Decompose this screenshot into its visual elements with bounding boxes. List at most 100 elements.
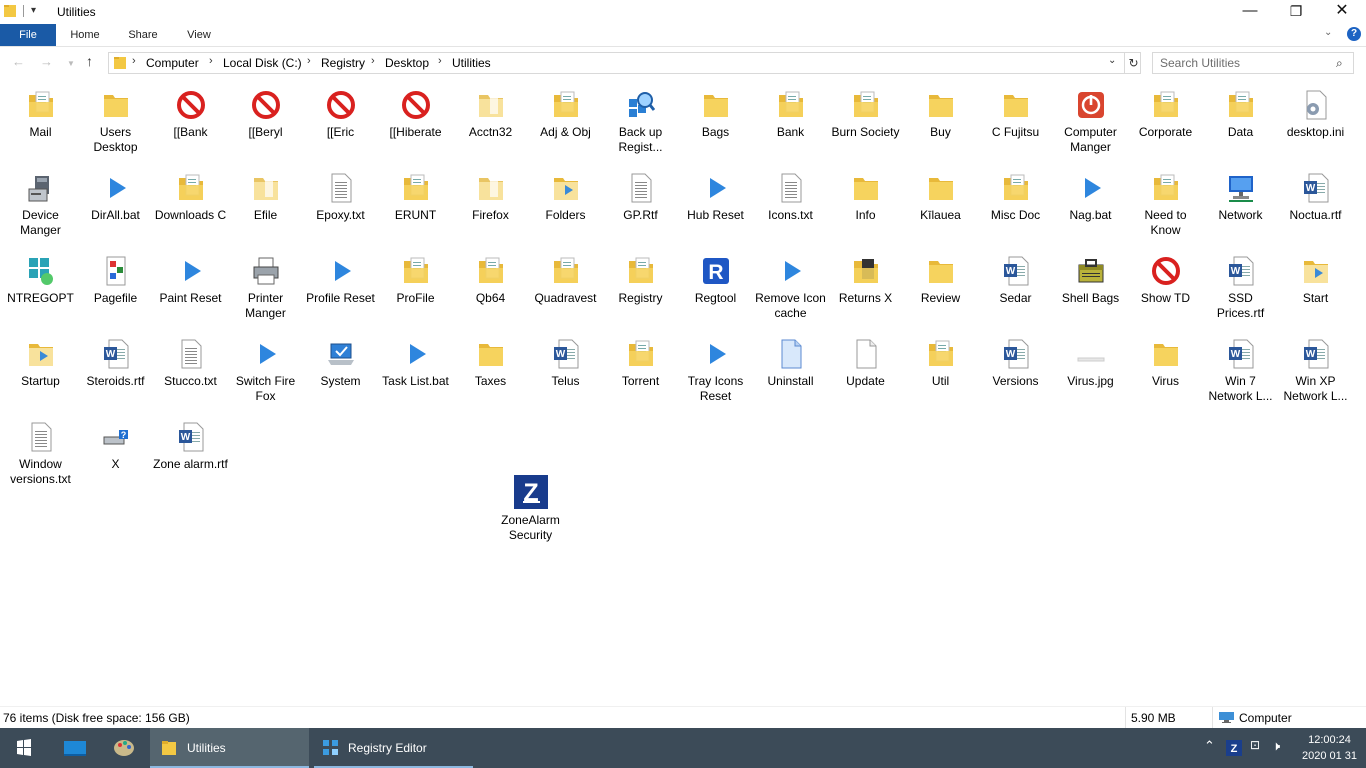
file-item-device-manger[interactable]: Device Manger: [3, 167, 78, 247]
file-item-bags[interactable]: Bags: [678, 84, 753, 164]
file-item-hiberate[interactable]: [[Hiberate: [378, 84, 453, 164]
file-item-c-fujitsu[interactable]: C Fujitsu: [978, 84, 1053, 164]
file-item-noctua-rtf[interactable]: W Noctua.rtf: [1278, 167, 1353, 247]
file-item-eric[interactable]: [[Eric: [303, 84, 378, 164]
file-item-qb64[interactable]: Qb64: [453, 250, 528, 330]
file-item-desktop-ini[interactable]: desktop.ini: [1278, 84, 1353, 164]
help-icon[interactable]: ?: [1347, 27, 1361, 41]
file-item-profile-reset[interactable]: Profile Reset: [303, 250, 378, 330]
file-item-virus[interactable]: Virus: [1128, 333, 1203, 413]
file-item-uninstall[interactable]: Uninstall: [753, 333, 828, 413]
search-box[interactable]: ⌕: [1152, 52, 1354, 74]
file-item-gp-rtf[interactable]: GP.Rtf: [603, 167, 678, 247]
show-hidden-icons-icon[interactable]: ⌃: [1204, 738, 1215, 754]
network-icon[interactable]: ⊡: [1250, 738, 1260, 752]
breadcrumb-computer[interactable]: Computer: [146, 56, 199, 70]
file-item-firefox[interactable]: Firefox: [453, 167, 528, 247]
file-item-buy[interactable]: Buy: [903, 84, 978, 164]
close-button[interactable]: ✕: [1319, 0, 1365, 24]
file-item-acctn32[interactable]: Acctn32: [453, 84, 528, 164]
breadcrumb-desktop[interactable]: Desktop: [385, 56, 429, 70]
file-item-folders[interactable]: Folders: [528, 167, 603, 247]
file-item-util[interactable]: Util: [903, 333, 978, 413]
file-item-misc-doc[interactable]: Misc Doc: [978, 167, 1053, 247]
file-item-printer-manger[interactable]: Printer Manger: [228, 250, 303, 330]
desktop-icon[interactable]: [62, 728, 88, 768]
recent-locations-icon[interactable]: ▼: [67, 59, 75, 68]
file-item-dirall-bat[interactable]: DirAll.bat: [78, 167, 153, 247]
quick-access-dropdown-icon[interactable]: ▾: [31, 5, 36, 16]
file-item-need-to-know[interactable]: Need to Know: [1128, 167, 1203, 247]
file-item-downloads-c[interactable]: Downloads C: [153, 167, 228, 247]
file-item-beryl[interactable]: [[Beryl: [228, 84, 303, 164]
file-item-zone-alarm-rtf[interactable]: W Zone alarm.rtf: [153, 416, 228, 496]
file-item-burn-society[interactable]: Burn Society: [828, 84, 903, 164]
file-item-users-desktop[interactable]: Users Desktop: [78, 84, 153, 164]
file-item-icons-txt[interactable]: Icons.txt: [753, 167, 828, 247]
file-item-tray-icons-reset[interactable]: Tray Icons Reset: [678, 333, 753, 413]
file-item-taxes[interactable]: Taxes: [453, 333, 528, 413]
file-item-update[interactable]: Update: [828, 333, 903, 413]
tab-file[interactable]: File: [0, 24, 56, 46]
file-item-win-xp-network-l[interactable]: W Win XP Network L...: [1278, 333, 1353, 413]
file-item-corporate[interactable]: Corporate: [1128, 84, 1203, 164]
taskbar-app-registry-editor[interactable]: Registry Editor: [314, 728, 473, 768]
file-item-mail[interactable]: Mail: [3, 84, 78, 164]
file-item-system[interactable]: System: [303, 333, 378, 413]
file-item-computer-manger[interactable]: Computer Manger: [1053, 84, 1128, 164]
file-item-stucco-txt[interactable]: Stucco.txt: [153, 333, 228, 413]
tab-share[interactable]: Share: [119, 24, 167, 46]
file-item-ssd-prices-rtf[interactable]: W SSD Prices.rtf: [1203, 250, 1278, 330]
search-icon[interactable]: ⌕: [1336, 56, 1343, 71]
file-item-task-list-bat[interactable]: Task List.bat: [378, 333, 453, 413]
file-item-pagefile[interactable]: Pagefile: [78, 250, 153, 330]
address-dropdown-icon[interactable]: ⌄: [1108, 55, 1116, 66]
breadcrumb-local-disk[interactable]: Local Disk (C:): [223, 56, 302, 70]
file-item-epoxy-txt[interactable]: Epoxy.txt: [303, 167, 378, 247]
file-item-ntregopt[interactable]: NTREGOPT: [3, 250, 78, 330]
zonealarm-tray-icon[interactable]: Z: [1226, 740, 1242, 756]
file-item-returns-x[interactable]: Returns X: [828, 250, 903, 330]
file-item-win-7-network-l[interactable]: W Win 7 Network L...: [1203, 333, 1278, 413]
file-item-paint-reset[interactable]: Paint Reset: [153, 250, 228, 330]
volume-icon[interactable]: 🕨: [1272, 738, 1280, 754]
file-item-virus-jpg[interactable]: Virus.jpg: [1053, 333, 1128, 413]
file-item-info[interactable]: Info: [828, 167, 903, 247]
expand-ribbon-icon[interactable]: ⌄: [1324, 27, 1332, 38]
file-item-nag-bat[interactable]: Nag.bat: [1053, 167, 1128, 247]
file-item-bank[interactable]: [[Bank: [153, 84, 228, 164]
file-item-switch-fire-fox[interactable]: Switch Fire Fox: [228, 333, 303, 413]
file-item-back-up-regist[interactable]: Back up Regist...: [603, 84, 678, 164]
breadcrumb-utilities[interactable]: Utilities: [452, 56, 491, 70]
chevron-right-icon[interactable]: ›: [438, 55, 442, 67]
file-item-telus[interactable]: W Telus: [528, 333, 603, 413]
file-item-window-versions-txt[interactable]: Window versions.txt: [3, 416, 78, 496]
file-item-network[interactable]: Network: [1203, 167, 1278, 247]
file-item-remove-icon-cache[interactable]: Remove Icon cache: [753, 250, 828, 330]
file-item-adj-obj[interactable]: Adj & Obj: [528, 84, 603, 164]
chevron-right-icon[interactable]: ›: [371, 55, 375, 67]
file-item-start[interactable]: Start: [1278, 250, 1353, 330]
windows-start-icon[interactable]: [0, 728, 48, 768]
up-arrow-icon[interactable]: ↑: [86, 53, 93, 69]
restore-button[interactable]: ❐: [1273, 0, 1319, 24]
search-input[interactable]: [1153, 53, 1338, 73]
breadcrumb-registry[interactable]: Registry: [321, 56, 365, 70]
file-item-shell-bags[interactable]: Shell Bags: [1053, 250, 1128, 330]
forward-arrow-icon[interactable]: →: [40, 54, 53, 69]
file-item-versions[interactable]: W Versions: [978, 333, 1053, 413]
minimize-button[interactable]: —: [1227, 0, 1273, 24]
file-item-torrent[interactable]: Torrent: [603, 333, 678, 413]
file-item-steroids-rtf[interactable]: W Steroids.rtf: [78, 333, 153, 413]
file-item-regtool[interactable]: R Regtool: [678, 250, 753, 330]
file-item-erunt[interactable]: ERUNT: [378, 167, 453, 247]
file-item-hub-reset[interactable]: Hub Reset: [678, 167, 753, 247]
chevron-right-icon[interactable]: ›: [307, 55, 311, 67]
file-item-k-lauea[interactable]: Kīlauea: [903, 167, 978, 247]
file-item-quadravest[interactable]: Quadravest: [528, 250, 603, 330]
file-item-bank[interactable]: Bank: [753, 84, 828, 164]
file-item-review[interactable]: Review: [903, 250, 978, 330]
file-item-data[interactable]: Data: [1203, 84, 1278, 164]
file-item-sedar[interactable]: W Sedar: [978, 250, 1053, 330]
file-item-efile[interactable]: Efile: [228, 167, 303, 247]
